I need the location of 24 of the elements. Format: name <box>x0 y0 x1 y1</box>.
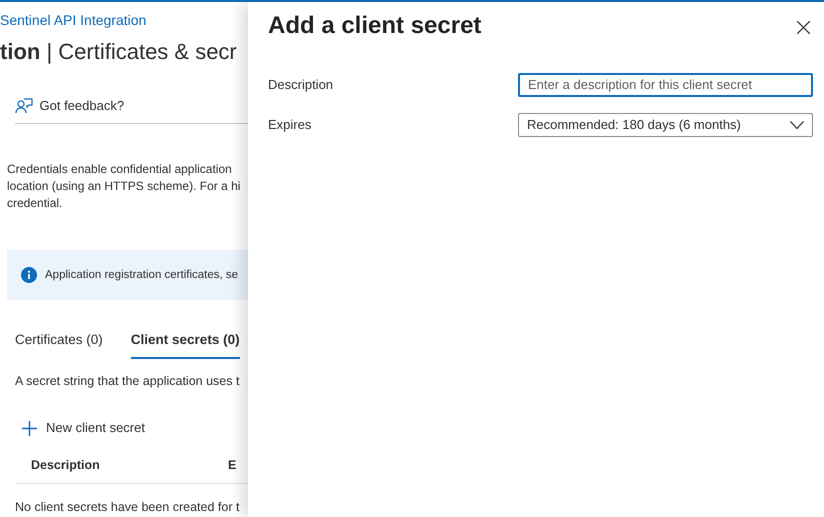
tab[interactable]: Client secrets (0) <box>130 330 240 359</box>
info-text: Application registration certificates, se <box>45 268 238 283</box>
description-field[interactable]: Enter a description for this client secret <box>518 72 813 97</box>
intro-text: Credentials enable confidential application <box>7 162 232 176</box>
tab[interactable]: Certificates (0) <box>15 330 103 359</box>
feedback-icon <box>15 96 33 115</box>
feedback-button[interactable]: Got feedback? <box>15 96 124 116</box>
panel-title: Add a client secret <box>268 12 482 41</box>
field-label: Description <box>268 76 334 94</box>
column-header: E <box>228 456 236 474</box>
expires-dropdown[interactable]: Recommended: 180 days (6 months) <box>518 112 813 137</box>
new-client-secret-button[interactable]: New client secret <box>22 418 145 438</box>
intro-text: credential. <box>7 196 62 210</box>
column-header: Description <box>31 456 101 474</box>
tab-description: A secret string that the application uses t <box>15 374 240 388</box>
intro-text: location (using an HTTPS scheme). For a hi <box>7 179 240 194</box>
close-icon <box>796 20 810 34</box>
empty-message: No client secrets have been created for t <box>15 500 240 514</box>
info-icon <box>21 267 37 284</box>
plus-icon <box>22 420 37 436</box>
page-title: tion | Certificates & secr <box>0 39 237 66</box>
breadcrumb-link[interactable]: Sentinel API Integration <box>0 10 146 31</box>
field-label: Expires <box>268 116 312 134</box>
chevron-down-icon <box>790 120 804 129</box>
